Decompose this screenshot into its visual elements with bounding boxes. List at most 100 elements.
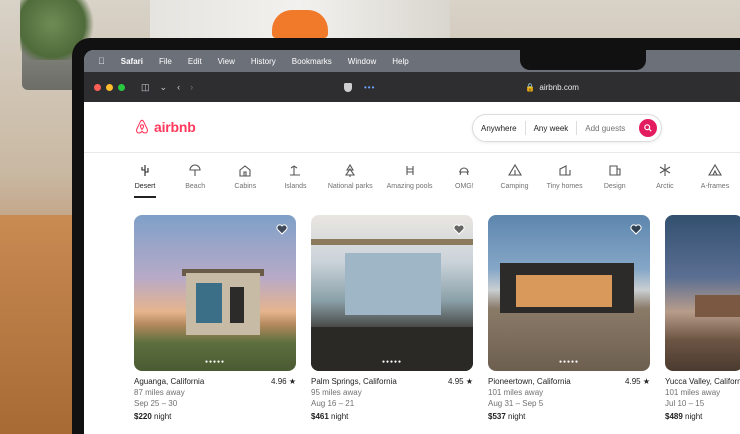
zoom-window-button[interactable] bbox=[118, 83, 125, 91]
listing-photo[interactable]: ●●●●● bbox=[134, 215, 296, 371]
sidebar-icon[interactable]: ◫ bbox=[141, 82, 150, 93]
listing-distance: 101 miles away bbox=[488, 388, 544, 397]
category-label: Camping bbox=[500, 183, 529, 190]
search-add-guests[interactable]: Add guests bbox=[577, 124, 633, 133]
minimize-window-button[interactable] bbox=[106, 83, 113, 91]
active-category-indicator bbox=[134, 196, 157, 198]
close-window-button[interactable] bbox=[94, 83, 101, 91]
heart-icon[interactable] bbox=[276, 223, 288, 235]
menu-history[interactable]: History bbox=[251, 57, 276, 66]
category-amazing-pools[interactable]: Amazing pools bbox=[380, 153, 439, 190]
menu-app-name[interactable]: Safari bbox=[121, 57, 143, 66]
listing-card[interactable]: ●●●●● Palm Springs, California 4.95 ★ 95… bbox=[311, 215, 473, 421]
photo-detail bbox=[311, 239, 473, 245]
pool-icon bbox=[406, 166, 414, 175]
laptop-screen:  Safari File Edit View History Bookmark… bbox=[84, 50, 740, 434]
listing-price: $461 night bbox=[311, 412, 349, 421]
menu-edit[interactable]: Edit bbox=[188, 57, 202, 66]
background-table bbox=[0, 215, 80, 434]
category-tiny-homes[interactable]: Tiny homes bbox=[540, 153, 590, 190]
category-desert[interactable]: Desert bbox=[120, 153, 170, 198]
listing-rating: 4.96 ★ bbox=[271, 377, 296, 386]
site-header: airbnb Anywhere Any week Add guests bbox=[84, 102, 740, 153]
chevron-down-icon[interactable]: ⌄ bbox=[160, 82, 168, 93]
heart-icon[interactable] bbox=[630, 223, 642, 235]
category-islands[interactable]: Islands bbox=[270, 153, 320, 190]
category-label: Islands bbox=[284, 183, 307, 190]
category-a-frames[interactable]: A-frames bbox=[690, 153, 740, 190]
background-lamp bbox=[272, 10, 328, 38]
category-label: Arctic bbox=[656, 183, 674, 190]
menu-bookmarks[interactable]: Bookmarks bbox=[292, 57, 332, 66]
listing-distance: 95 miles away bbox=[311, 388, 362, 397]
laptop:  Safari File Edit View History Bookmark… bbox=[72, 38, 740, 434]
listing-card[interactable]: ●●●●● Aguanga, California 4.96 ★ 87 mile… bbox=[134, 215, 296, 421]
listing-distance: 87 miles away bbox=[134, 388, 185, 397]
category-label: OMG! bbox=[455, 183, 474, 190]
category-arctic[interactable]: Arctic bbox=[640, 153, 690, 190]
photo-detail bbox=[695, 295, 740, 317]
category-label: A-frames bbox=[700, 183, 730, 190]
listing-dates: Sep 25 – 30 bbox=[134, 399, 178, 408]
category-label: Cabins bbox=[234, 183, 257, 190]
apple-icon[interactable]:  bbox=[98, 56, 105, 66]
photo-detail bbox=[230, 287, 244, 323]
umbrella-icon bbox=[189, 164, 201, 176]
airbnb-logo[interactable]: airbnb bbox=[134, 119, 196, 135]
star-icon: ★ bbox=[288, 377, 296, 386]
park-icon bbox=[345, 163, 356, 177]
search-bar[interactable]: Anywhere Any week Add guests bbox=[472, 114, 662, 142]
category-national-parks[interactable]: National parks bbox=[321, 153, 380, 190]
design-icon bbox=[609, 165, 621, 176]
category-cabins[interactable]: Cabins bbox=[220, 153, 270, 190]
category-omg[interactable]: OMG! bbox=[439, 153, 489, 190]
lock-icon: 🔒 bbox=[525, 83, 536, 92]
address-bar[interactable]: ••• 🔒 airbnb.com bbox=[344, 80, 654, 95]
menu-help[interactable]: Help bbox=[392, 57, 408, 66]
listing-photo[interactable]: ●●●●● bbox=[311, 215, 473, 371]
listing-card[interactable]: Yucca Valley, California 101 miles away … bbox=[665, 215, 740, 421]
search-icon bbox=[644, 124, 652, 132]
star-icon: ★ bbox=[465, 377, 473, 386]
category-bar: Desert Beach Cabins Islands National par… bbox=[84, 153, 740, 205]
heart-icon[interactable] bbox=[453, 223, 465, 235]
category-label: National parks bbox=[327, 183, 373, 190]
category-design[interactable]: Design bbox=[590, 153, 640, 190]
photo-pagination-dots[interactable]: ●●●●● bbox=[134, 359, 296, 365]
listing-dates: Aug 16 – 21 bbox=[311, 399, 355, 408]
loading-dots-icon: ••• bbox=[364, 83, 376, 92]
ufo-icon bbox=[459, 167, 470, 176]
tiny-home-icon bbox=[559, 165, 571, 176]
category-camping[interactable]: Camping bbox=[489, 153, 539, 190]
back-icon[interactable]: ‹ bbox=[177, 82, 180, 93]
menu-window[interactable]: Window bbox=[348, 57, 376, 66]
listing-location: Pioneertown, California bbox=[488, 377, 571, 386]
photo-detail bbox=[345, 253, 441, 315]
listing-distance: 101 miles away bbox=[665, 388, 721, 397]
listing-dates: Aug 31 – Sep 5 bbox=[488, 399, 544, 408]
search-anywhere[interactable]: Anywhere bbox=[473, 124, 525, 133]
photo-pagination-dots[interactable]: ●●●●● bbox=[488, 359, 650, 365]
photo-pagination-dots[interactable]: ●●●●● bbox=[311, 359, 473, 365]
logo-text: airbnb bbox=[154, 119, 196, 135]
forward-icon[interactable]: › bbox=[190, 82, 193, 93]
cactus-icon bbox=[141, 165, 149, 176]
listing-location: Yucca Valley, California bbox=[665, 377, 740, 386]
menu-view[interactable]: View bbox=[218, 57, 235, 66]
listing-price: $489 night bbox=[665, 412, 703, 421]
listing-photo[interactable]: ●●●●● bbox=[488, 215, 650, 371]
privacy-shield-icon[interactable] bbox=[344, 83, 352, 92]
cabin-icon bbox=[239, 165, 251, 177]
url-text[interactable]: airbnb.com bbox=[539, 83, 579, 92]
category-beach[interactable]: Beach bbox=[170, 153, 220, 190]
airbnb-page: airbnb Anywhere Any week Add guests Dese… bbox=[84, 102, 740, 421]
category-label: Amazing pools bbox=[386, 183, 433, 190]
category-label: Tiny homes bbox=[546, 183, 583, 190]
listing-grid: ●●●●● Aguanga, California 4.96 ★ 87 mile… bbox=[84, 205, 740, 421]
listing-price: $220 night bbox=[134, 412, 172, 421]
search-any-week[interactable]: Any week bbox=[526, 124, 577, 133]
search-button[interactable] bbox=[639, 119, 657, 137]
listing-photo[interactable] bbox=[665, 215, 740, 371]
listing-card[interactable]: ●●●●● Pioneertown, California 4.95 ★ 101… bbox=[488, 215, 650, 421]
menu-file[interactable]: File bbox=[159, 57, 172, 66]
